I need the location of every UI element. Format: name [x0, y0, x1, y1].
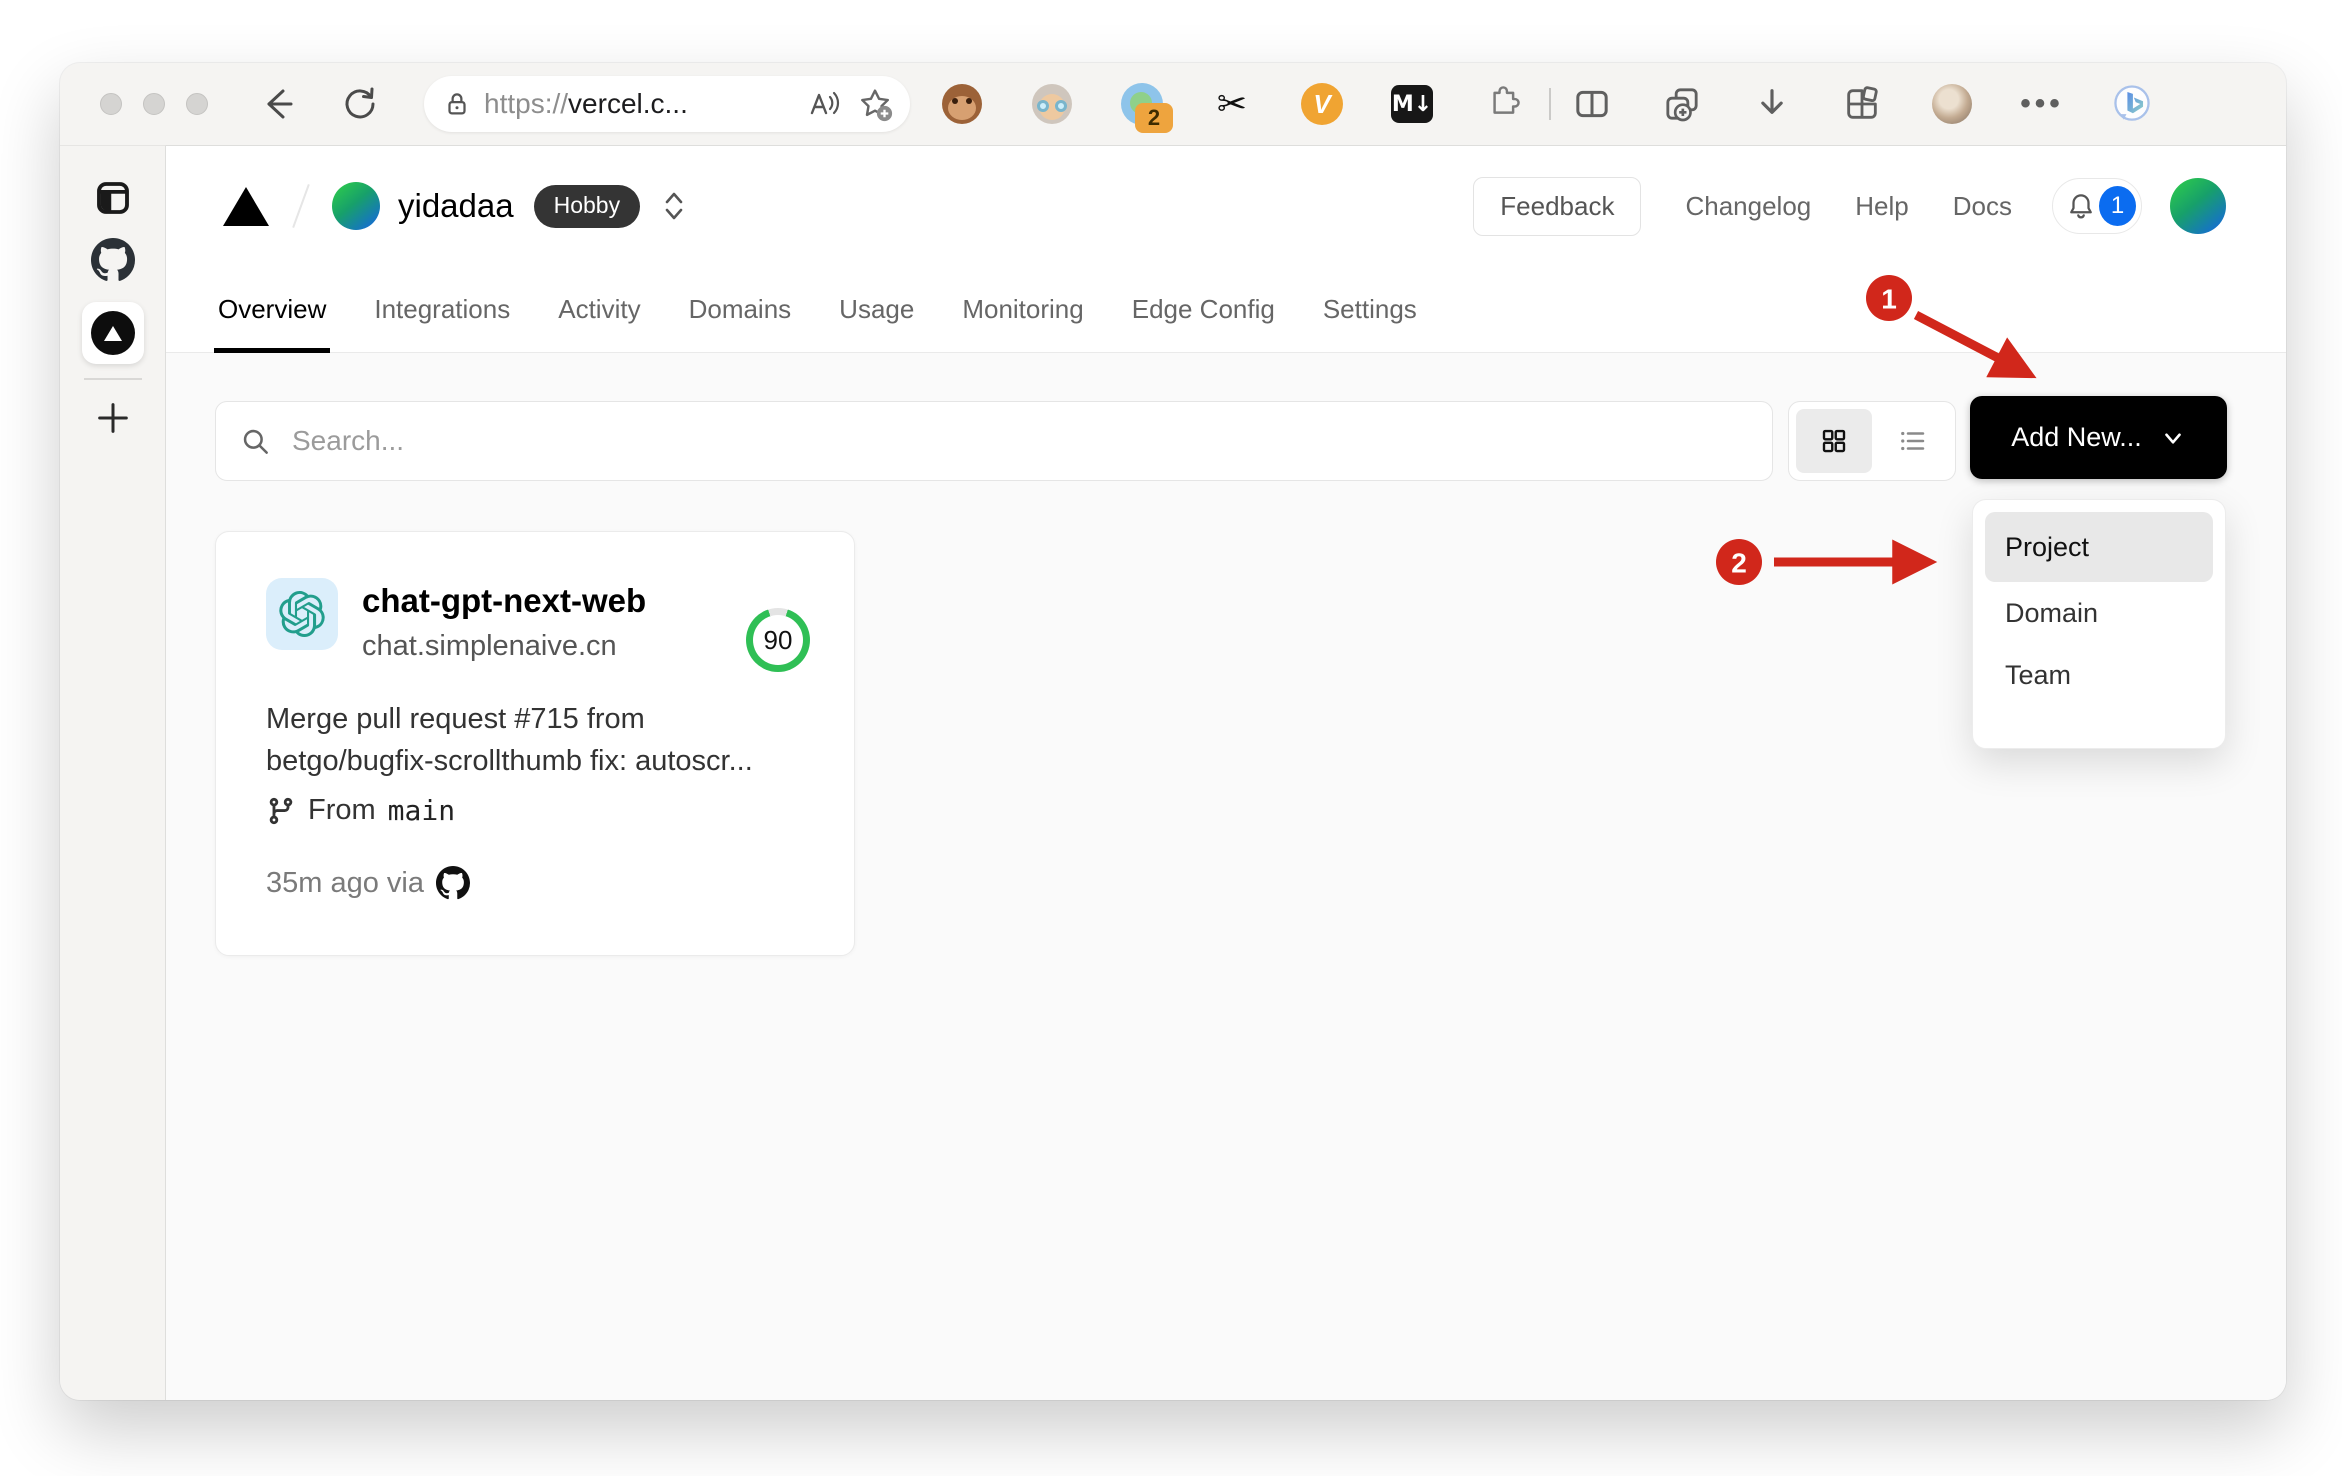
- vercel-tabs: Overview Integrations Activity Domains U…: [166, 266, 2286, 353]
- docs-link[interactable]: Docs: [1953, 191, 2012, 222]
- tampermonkey-extension-icon[interactable]: [939, 81, 985, 127]
- v-extension-icon[interactable]: V: [1299, 81, 1345, 127]
- deploy-meta-row: 35m ago via: [266, 866, 470, 900]
- refresh-button[interactable]: [338, 83, 380, 125]
- toolbar-divider: [1549, 88, 1551, 120]
- branch-row: From main: [266, 794, 455, 827]
- tab-monitoring[interactable]: Monitoring: [962, 266, 1083, 352]
- proxy-extension-icon[interactable]: 2: [1119, 81, 1173, 133]
- breadcrumb-slash: [292, 184, 310, 228]
- vercel-favicon: [90, 311, 135, 355]
- tab-settings[interactable]: Settings: [1323, 266, 1417, 352]
- proxy-extension-badge: 2: [1135, 103, 1173, 133]
- menu-item-project[interactable]: Project: [1985, 512, 2213, 582]
- score-value: 90: [753, 615, 803, 665]
- add-new-menu: Project Domain Team: [1972, 499, 2226, 749]
- add-new-label: Add New...: [2011, 422, 2142, 452]
- extensions-row: 2 ✂ V M↓ •••: [939, 81, 2199, 133]
- vercel-logo[interactable]: [222, 185, 270, 227]
- user-avatar[interactable]: [2170, 178, 2226, 234]
- notification-count-badge: 1: [2099, 186, 2136, 226]
- project-domain[interactable]: chat.simplenaive.cn: [362, 630, 617, 663]
- add-favorite-icon[interactable]: [856, 85, 894, 123]
- browser-toolbar: https://vercel.c... 2 ✂ V M↓ •••: [60, 63, 2286, 145]
- team-switcher-chevron[interactable]: [662, 189, 686, 223]
- more-menu-button[interactable]: •••: [2019, 81, 2065, 127]
- team-avatar[interactable]: [332, 182, 380, 230]
- collections-button[interactable]: [1659, 81, 1705, 127]
- sidebar-panel-button[interactable]: [92, 177, 134, 219]
- lock-icon: [442, 89, 472, 119]
- minimize-window-button[interactable]: [143, 93, 165, 115]
- close-window-button[interactable]: [100, 93, 122, 115]
- bell-icon: [2066, 191, 2096, 221]
- tab-overview[interactable]: Overview: [213, 266, 331, 353]
- read-aloud-icon[interactable]: [804, 87, 840, 121]
- tab-domains[interactable]: Domains: [689, 266, 792, 352]
- deploy-time: 35m ago via: [266, 866, 424, 899]
- menu-item-domain[interactable]: Domain: [1985, 582, 2213, 644]
- zoom-window-button[interactable]: [186, 93, 208, 115]
- branch-from-label: From: [308, 794, 376, 826]
- screenshot-root: { "browser": { "address": { "scheme": "h…: [0, 0, 2342, 1476]
- vercel-page: yidadaa Hobby Feedback Changelog Help Do…: [166, 145, 2286, 1400]
- browser-window: https://vercel.c... 2 ✂ V M↓ ••• yidadaa…: [60, 63, 2286, 1400]
- tab-github[interactable]: [90, 238, 135, 282]
- changelog-link[interactable]: Changelog: [1685, 191, 1811, 222]
- tab-usage[interactable]: Usage: [839, 266, 914, 352]
- search-icon: [240, 426, 272, 458]
- vercel-main: Add New... chat-gpt-next-web chat.simple…: [166, 353, 2286, 1400]
- chevron-down-icon: [2160, 425, 2186, 451]
- openai-logo-icon: [266, 578, 338, 650]
- github-icon: [436, 866, 470, 900]
- scissors-extension-icon[interactable]: ✂: [1209, 81, 1255, 127]
- vertical-tabs-sidebar: [60, 145, 166, 1400]
- tab-edge-config[interactable]: Edge Config: [1132, 266, 1275, 352]
- team-name: yidadaa: [398, 187, 514, 224]
- help-link[interactable]: Help: [1855, 191, 1908, 222]
- address-bar[interactable]: https://vercel.c...: [424, 76, 910, 132]
- project-name[interactable]: chat-gpt-next-web: [362, 582, 646, 620]
- markdown-extension-icon[interactable]: M↓: [1389, 81, 1435, 127]
- browser-body: yidadaa Hobby Feedback Changelog Help Do…: [60, 145, 2286, 1400]
- bing-chat-button[interactable]: [2109, 81, 2155, 127]
- search-input[interactable]: [290, 402, 1754, 480]
- plan-badge: Hobby: [533, 184, 641, 228]
- search-box: [215, 401, 1773, 481]
- list-view-button[interactable]: [1878, 409, 1948, 473]
- branch-name: main: [387, 794, 456, 827]
- notifications-button[interactable]: 1: [2052, 178, 2142, 234]
- downloads-button[interactable]: [1749, 81, 1795, 127]
- menu-item-team[interactable]: Team: [1985, 644, 2213, 706]
- commit-message[interactable]: Merge pull request #715 from betgo/bugfi…: [266, 698, 818, 782]
- translator-extension-icon[interactable]: [1029, 81, 1075, 127]
- vercel-header: yidadaa Hobby Feedback Changelog Help Do…: [166, 146, 2286, 266]
- tab-activity[interactable]: Activity: [558, 266, 640, 352]
- extensions-menu-icon[interactable]: [1479, 81, 1525, 127]
- view-toggle: [1788, 401, 1956, 481]
- apps-button[interactable]: [1839, 81, 1885, 127]
- git-branch-icon: [266, 796, 296, 826]
- add-new-button[interactable]: Add New...: [1970, 396, 2227, 479]
- profile-avatar[interactable]: [1929, 81, 1975, 127]
- score-ring[interactable]: 90: [746, 608, 810, 672]
- window-controls: [100, 93, 208, 115]
- new-tab-button[interactable]: [93, 398, 133, 438]
- project-card[interactable]: chat-gpt-next-web chat.simplenaive.cn 90…: [215, 531, 855, 956]
- tab-vercel-active[interactable]: [81, 302, 144, 364]
- sidebar-divider: [83, 378, 142, 380]
- grid-view-button[interactable]: [1796, 409, 1872, 473]
- split-screen-button[interactable]: [1569, 81, 1615, 127]
- back-button[interactable]: [256, 83, 298, 125]
- tab-integrations[interactable]: Integrations: [374, 266, 510, 352]
- url-text: https://vercel.c...: [484, 88, 688, 119]
- feedback-button[interactable]: Feedback: [1473, 176, 1642, 236]
